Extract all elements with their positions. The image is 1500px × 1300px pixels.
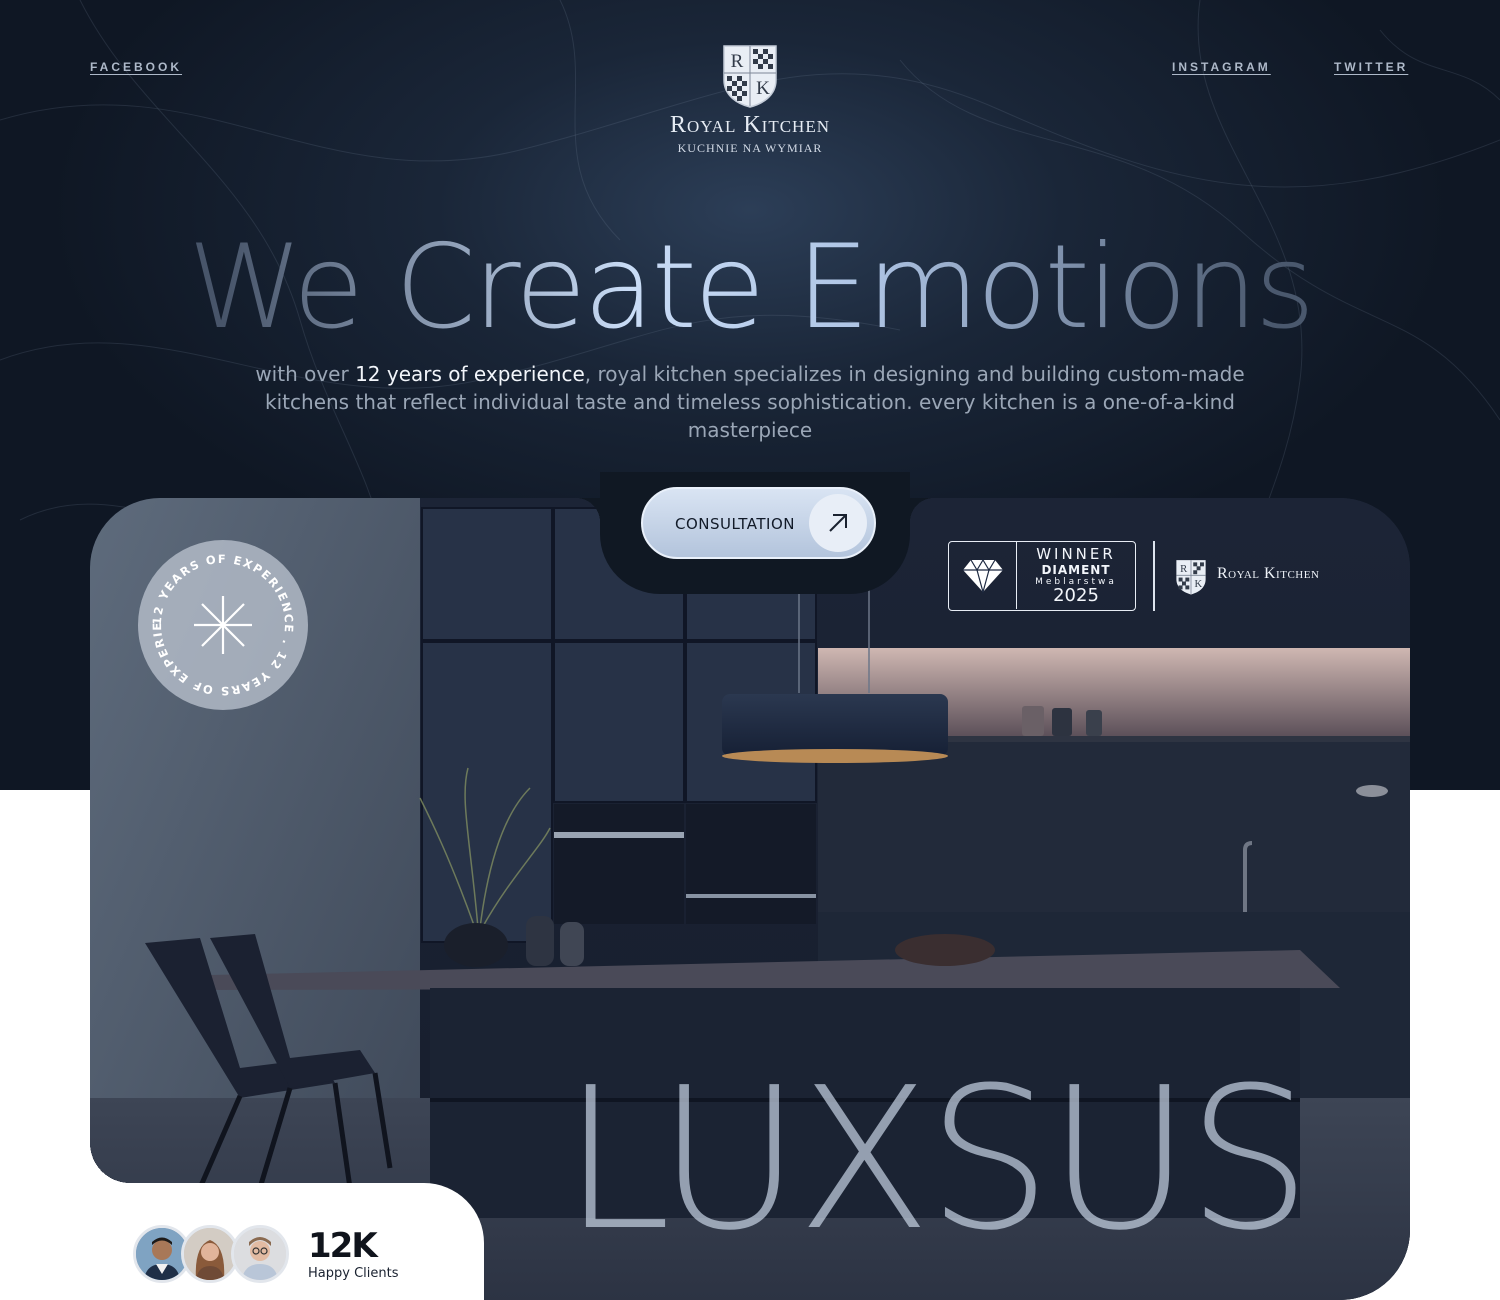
brand-name: Royal Kitchen xyxy=(670,112,830,138)
crest-small-letter-k: K xyxy=(1194,578,1202,590)
clients-label: Happy Clients xyxy=(308,1266,399,1281)
feature-word: LUXSUS xyxy=(562,1046,1311,1274)
facebook-link[interactable]: FACEBOOK xyxy=(90,60,182,74)
experience-badge: 12 YEARS OF EXPERIENCE . 12 YEARS OF EXP… xyxy=(132,529,308,710)
clients-panel-curve xyxy=(90,1143,130,1183)
experience-ring: 12 YEARS OF EXPERIENCE . 12 YEARS OF EXP… xyxy=(132,529,294,698)
crest-letter-r: R xyxy=(731,51,744,72)
intro-highlight: 12 years of experience xyxy=(355,362,585,386)
twitter-link[interactable]: TWITTER xyxy=(1334,60,1408,74)
crest-letter-k: K xyxy=(756,78,770,99)
avatar xyxy=(231,1225,289,1283)
cta-notch-curve-right xyxy=(910,498,934,522)
crest-small-icon: R K xyxy=(1176,560,1206,595)
award-badge: WINNER DIAMENT Meblarstwa 2025 xyxy=(948,541,1136,611)
intro-text-start: with over xyxy=(255,362,356,386)
award-year: 2025 xyxy=(1053,585,1099,606)
asterisk-icon xyxy=(194,596,252,654)
consultation-button[interactable]: CONSULTATION xyxy=(641,487,876,559)
diamond-icon xyxy=(949,542,1017,609)
award-brand-name: Royal Kitchen xyxy=(1217,565,1320,582)
arrow-up-right-icon xyxy=(809,494,867,552)
crest-icon: R K xyxy=(723,45,777,108)
hero-headline: We Create Emotions xyxy=(0,220,1500,355)
award-winner: WINNER xyxy=(1036,545,1116,563)
site-logo[interactable]: R K Royal Kitchen KUCHNIE NA WYMIAR xyxy=(600,44,900,156)
brand-tagline: KUCHNIE NA WYMIAR xyxy=(677,141,823,155)
clients-count: 12K xyxy=(308,1226,378,1266)
brand-mark-small: R K Royal Kitchen xyxy=(1175,559,1319,600)
cta-notch-curve-left xyxy=(576,498,600,522)
instagram-link[interactable]: INSTAGRAM xyxy=(1172,60,1271,74)
hero-intro: with over 12 years of experience, royal … xyxy=(240,360,1260,444)
crest-small-letter-r: R xyxy=(1180,563,1188,575)
award-diament: DIAMENT xyxy=(1041,563,1111,577)
award-divider xyxy=(1153,541,1155,611)
consultation-label: CONSULTATION xyxy=(675,515,796,533)
